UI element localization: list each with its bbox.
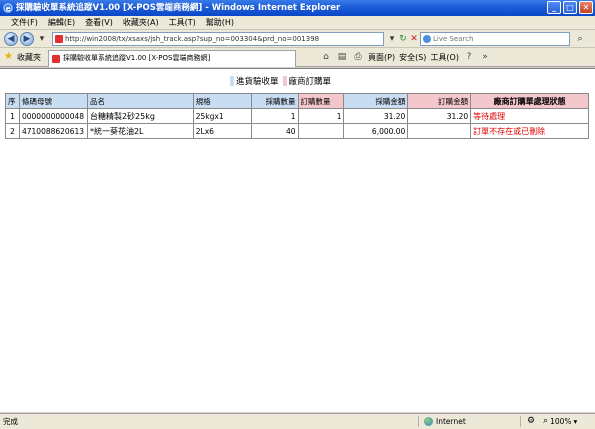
protected-mode-icon[interactable]: ⚙ bbox=[527, 414, 535, 429]
favorites-label[interactable]: 收藏夾 bbox=[17, 52, 41, 63]
live-search-icon bbox=[423, 35, 431, 43]
help-icon[interactable]: ? bbox=[463, 51, 475, 63]
cell-name: 台糖精製2砂25kg bbox=[86, 108, 194, 124]
back-icon[interactable]: ◀ bbox=[4, 32, 18, 46]
cell-purchase-amt: 31.20 bbox=[343, 108, 409, 124]
legend-label-vendor-order: 廠商訂購單 bbox=[288, 77, 332, 87]
cell-status: 訂單不存在或已刪除 bbox=[470, 123, 589, 139]
svg-text:e: e bbox=[6, 4, 12, 13]
status-divider bbox=[418, 416, 419, 427]
recent-pages-icon[interactable]: ▾ bbox=[36, 33, 48, 45]
cell-status: 等待處理 bbox=[470, 108, 589, 124]
stop-icon[interactable]: ✕ bbox=[408, 33, 420, 45]
minimize-button[interactable]: _ bbox=[547, 1, 561, 14]
tab-bar: ★ 收藏夾 採購驗收單系統追蹤V1.00 [X-POS雲端商務網] ⌂ ▤ ⎙ … bbox=[0, 48, 595, 67]
security-zone[interactable]: Internet bbox=[424, 414, 466, 429]
legend-item-vendor-order: 廠商訂購單 bbox=[282, 75, 332, 87]
cell-purchase-amt: 6,000.00 bbox=[343, 123, 409, 139]
safety-menu[interactable]: 安全(S) bbox=[399, 52, 426, 63]
table-header-row: 序 條碼母號 品名 規格 採購數量 訂購數量 採購金額 訂購金額 廠商訂購單處理… bbox=[5, 93, 589, 109]
home-icon[interactable]: ⌂ bbox=[320, 51, 332, 63]
status-divider bbox=[520, 416, 521, 427]
cell-seq: 1 bbox=[5, 108, 20, 124]
window-titlebar: e 採購驗收單系統追蹤V1.00 [X-POS雲端商務網] - Windows … bbox=[0, 0, 595, 16]
menu-help[interactable]: 幫助(H) bbox=[201, 16, 239, 30]
address-bar: ◀ ▶ ▾ http://win2008/tx/xsaxs/jsh_track.… bbox=[0, 30, 595, 48]
legend: 進貨驗收單 廠商訂購單 bbox=[230, 75, 331, 87]
tab-page-icon bbox=[52, 55, 60, 63]
menu-file[interactable]: 文件(F) bbox=[6, 16, 43, 30]
search-icon[interactable]: ⌕ bbox=[573, 33, 587, 45]
zone-label: Internet bbox=[436, 417, 466, 426]
legend-swatch-vendor-order bbox=[282, 76, 287, 86]
cell-barcode: 4710088620613 bbox=[18, 123, 88, 139]
cell-order-qty: 1 bbox=[297, 108, 345, 124]
globe-icon bbox=[424, 417, 433, 426]
status-text: 完成 bbox=[3, 417, 18, 426]
maximize-button[interactable]: □ bbox=[563, 1, 577, 14]
tracking-table: 序 條碼母號 品名 規格 採購數量 訂購數量 採購金額 訂購金額 廠商訂購單處理… bbox=[5, 93, 589, 139]
col-spec: 規格 bbox=[192, 93, 252, 109]
print-icon[interactable]: ⎙ bbox=[352, 51, 364, 63]
cell-name: *統一葵花油2L bbox=[86, 123, 194, 139]
ie-icon: e bbox=[3, 3, 13, 13]
legend-label-receiving: 進貨驗收單 bbox=[236, 77, 279, 87]
url-text: http://win2008/tx/xsaxs/jsh_track.asp?su… bbox=[65, 35, 320, 43]
col-barcode: 條碼母號 bbox=[18, 93, 88, 109]
forward-icon[interactable]: ▶ bbox=[20, 32, 34, 46]
col-order-amt: 訂購金額 bbox=[407, 93, 472, 109]
zoom-level: 100% bbox=[550, 417, 572, 426]
cell-purchase-qty: 40 bbox=[250, 123, 299, 139]
zoom-icon: ⌕ bbox=[543, 416, 549, 426]
cell-seq: 2 bbox=[5, 123, 20, 139]
col-name: 品名 bbox=[86, 93, 194, 109]
cell-purchase-qty: 1 bbox=[250, 108, 299, 124]
browser-tab[interactable]: 採購驗收單系統追蹤V1.00 [X-POS雲端商務網] bbox=[48, 50, 296, 67]
favorites-star-icon[interactable]: ★ bbox=[4, 51, 13, 62]
zoom-dropdown-icon: ▾ bbox=[573, 417, 578, 426]
cell-order-amt bbox=[407, 123, 472, 139]
menu-favorites[interactable]: 收藏夾(A) bbox=[118, 16, 164, 30]
menu-bar: 文件(F) 編輯(E) 查看(V) 收藏夾(A) 工具(T) 幫助(H) bbox=[0, 16, 595, 30]
table-row: 2 4710088620613 *統一葵花油2L 2Lx6 40 6,000.0… bbox=[5, 123, 589, 139]
legend-swatch-receiving bbox=[230, 76, 234, 86]
col-status: 廠商訂購單處理狀態 bbox=[470, 93, 589, 109]
search-input[interactable]: Live Search bbox=[420, 32, 570, 46]
tab-label: 採購驗收單系統追蹤V1.00 [X-POS雲端商務網] bbox=[63, 54, 211, 62]
cell-barcode: 0000000000048 bbox=[18, 108, 88, 124]
url-field[interactable]: http://win2008/tx/xsaxs/jsh_track.asp?su… bbox=[52, 32, 384, 46]
window-title: 採購驗收單系統追蹤V1.00 [X-POS雲端商務網] - Windows In… bbox=[16, 3, 341, 13]
legend-item-receiving: 進貨驗收單 bbox=[230, 75, 279, 87]
zoom-control[interactable]: ⌕ 100% ▾ bbox=[543, 414, 577, 429]
toolbar-extend-icon[interactable]: » bbox=[479, 51, 491, 63]
cell-spec: 25kgx1 bbox=[192, 108, 252, 124]
feeds-icon[interactable]: ▤ bbox=[336, 51, 348, 63]
tools-menu[interactable]: 工具(O) bbox=[430, 52, 459, 63]
close-button[interactable]: ✕ bbox=[579, 1, 593, 14]
status-bar: 完成 Internet ⚙ ⌕ 100% ▾ bbox=[0, 413, 595, 429]
menu-edit[interactable]: 編輯(E) bbox=[43, 16, 80, 30]
cell-order-amt: 31.20 bbox=[407, 108, 472, 124]
col-purchase-amt: 採購金額 bbox=[343, 93, 409, 109]
col-purchase-qty: 採購數量 bbox=[250, 93, 299, 109]
menu-view[interactable]: 查看(V) bbox=[80, 16, 118, 30]
col-seq: 序 bbox=[5, 93, 20, 109]
cell-spec: 2Lx6 bbox=[192, 123, 252, 139]
search-placeholder: Live Search bbox=[433, 35, 474, 43]
page-icon bbox=[55, 35, 63, 43]
page-content: 進貨驗收單 廠商訂購單 序 條碼母號 品名 規格 採購數量 訂購數量 採購金額 … bbox=[0, 68, 595, 412]
cell-order-qty bbox=[297, 123, 345, 139]
page-menu[interactable]: 頁面(P) bbox=[368, 52, 395, 63]
col-order-qty: 訂購數量 bbox=[297, 93, 345, 109]
menu-tools[interactable]: 工具(T) bbox=[164, 16, 201, 30]
table-row: 1 0000000000048 台糖精製2砂25kg 25kgx1 1 1 31… bbox=[5, 108, 589, 124]
